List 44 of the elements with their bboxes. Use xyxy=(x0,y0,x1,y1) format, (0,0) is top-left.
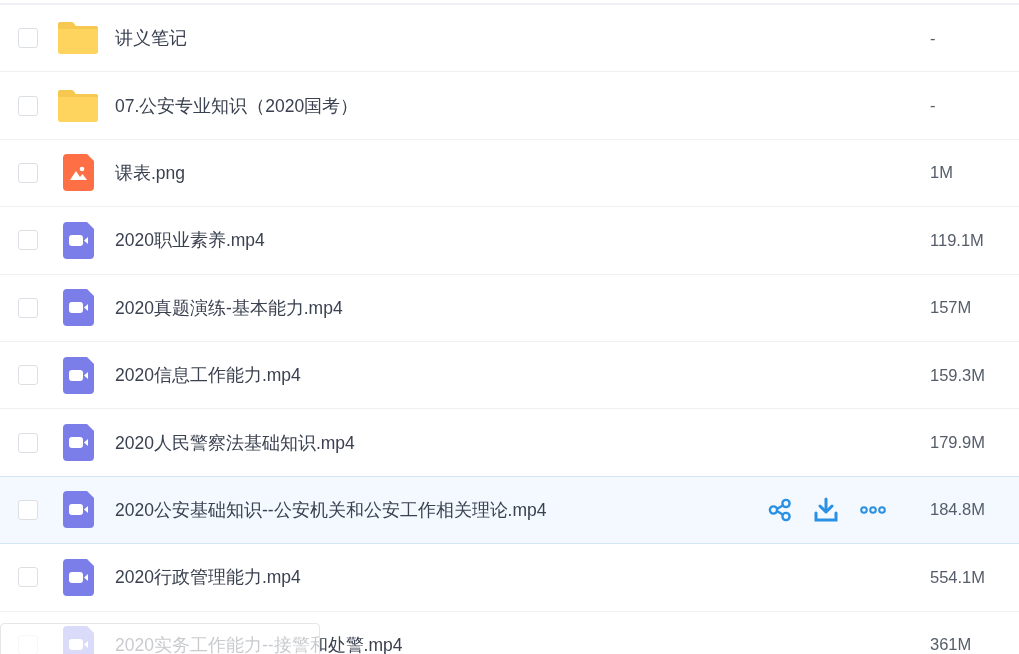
video-file-icon xyxy=(62,221,94,259)
checkbox[interactable] xyxy=(18,567,38,588)
checkbox[interactable] xyxy=(18,432,38,453)
file-size: 157M xyxy=(930,298,973,318)
file-name: 2020公安基础知识--公安机关和公安工作相关理论.mp4 xyxy=(115,498,548,522)
more-button[interactable] xyxy=(860,505,886,514)
file-name: 课表.png xyxy=(115,161,187,185)
file-name: 2020职业素养.mp4 xyxy=(115,229,266,253)
folder-icon xyxy=(58,89,98,122)
file-size: 361M xyxy=(930,635,973,654)
file-row[interactable]: 2020公安基础知识--公安机关和公安工作相关理论.mp4 184.8M xyxy=(0,476,1019,545)
file-size: 179.9M xyxy=(930,433,987,453)
file-name: 2020行政管理能力.mp4 xyxy=(115,566,302,590)
file-name: 讲义笔记 xyxy=(115,27,188,51)
video-file-icon xyxy=(62,424,94,462)
video-file-icon xyxy=(62,289,94,327)
checkbox[interactable] xyxy=(18,297,38,318)
file-name: 2020人民警察法基础知识.mp4 xyxy=(115,431,356,455)
share-icon xyxy=(768,497,792,522)
file-size: - xyxy=(930,96,937,116)
checkbox[interactable] xyxy=(18,230,38,251)
download-button[interactable] xyxy=(814,497,838,523)
checkbox[interactable] xyxy=(18,162,38,183)
share-button[interactable] xyxy=(768,497,792,522)
file-size: 119.1M xyxy=(930,230,985,250)
checkbox[interactable] xyxy=(18,365,38,386)
video-file-icon xyxy=(62,356,94,394)
checkbox[interactable] xyxy=(18,28,38,49)
file-size: 1M xyxy=(930,163,954,183)
more-icon xyxy=(860,505,886,514)
checkbox[interactable] xyxy=(18,499,38,520)
image-file-icon xyxy=(62,154,94,192)
folder-icon xyxy=(58,22,98,55)
checkbox[interactable] xyxy=(18,95,38,116)
video-file-icon xyxy=(62,491,94,529)
file-size: 184.8M xyxy=(930,500,987,520)
file-name: 07.公安专业知识（2020国考） xyxy=(115,94,360,118)
file-size: - xyxy=(930,28,937,48)
file-name: 2020信息工作能力.mp4 xyxy=(115,364,302,388)
file-size: 554.1M xyxy=(930,567,987,587)
download-icon xyxy=(814,497,838,523)
file-size: 159.3M xyxy=(930,365,987,385)
video-file-icon xyxy=(62,558,94,596)
file-name: 2020真题演练-基本能力.mp4 xyxy=(115,296,344,320)
